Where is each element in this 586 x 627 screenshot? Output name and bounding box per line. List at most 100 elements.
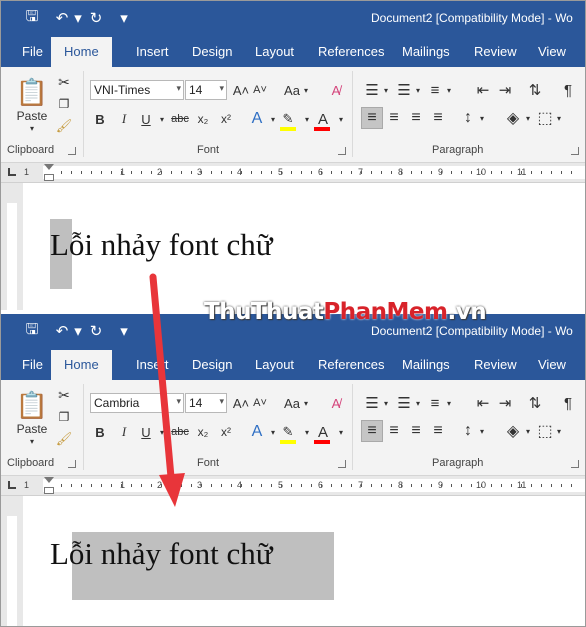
clear-formatting-icon[interactable]: A̸	[326, 393, 346, 413]
italic-icon[interactable]: I	[115, 109, 133, 129]
subscript-icon[interactable]: x₂	[194, 109, 212, 129]
clear-formatting-icon[interactable]: A̸	[326, 80, 346, 100]
cut-icon[interactable]: ✂	[55, 73, 73, 91]
borders-dropdown-icon[interactable]: ▾	[554, 421, 564, 441]
bullets-icon[interactable]: ☰	[362, 393, 382, 413]
increase-indent-icon[interactable]: ⇥	[495, 393, 515, 413]
indent-marker-icon[interactable]	[44, 164, 54, 170]
sort-icon[interactable]: ⇅	[525, 80, 545, 100]
paragraph-launcher-icon[interactable]	[571, 147, 579, 155]
superscript-icon[interactable]: x²	[217, 109, 235, 129]
numbering-dropdown-icon[interactable]: ▾	[413, 80, 423, 100]
decrease-indent-icon[interactable]: ⇤	[473, 80, 493, 100]
align-left-icon[interactable]: ≡	[362, 108, 382, 128]
change-case-icon[interactable]: Aa	[282, 393, 302, 413]
decrease-indent-icon[interactable]: ⇤	[473, 393, 493, 413]
clipboard-launcher-icon[interactable]	[68, 460, 76, 468]
shading-icon[interactable]: ◈	[503, 108, 523, 128]
tab-references[interactable]: References	[318, 44, 384, 59]
superscript-icon[interactable]: x²	[217, 422, 235, 442]
shading-dropdown-icon[interactable]: ▾	[523, 421, 533, 441]
paste-icon[interactable]: 📋	[15, 388, 49, 422]
paste-icon[interactable]: 📋	[15, 75, 49, 109]
tab-home[interactable]: Home	[51, 37, 112, 67]
borders-icon[interactable]: ⬚	[535, 108, 555, 128]
shrink-font-icon[interactable]: A˅	[251, 80, 269, 100]
paste-dropdown-icon[interactable]: ▾	[25, 436, 39, 446]
font-name-box[interactable]: Cambria ▾	[90, 393, 184, 413]
change-case-dropdown-icon[interactable]: ▾	[301, 80, 311, 100]
multilevel-list-dropdown-icon[interactable]: ▾	[444, 393, 454, 413]
document-text[interactable]: Lỗi nhảy font chữ	[50, 227, 273, 263]
indent-marker-bottom-icon[interactable]	[44, 487, 54, 494]
undo-dropdown-icon[interactable]: ▾	[73, 1, 83, 35]
font-color-icon[interactable]: A	[314, 422, 332, 442]
font-launcher-icon[interactable]	[338, 460, 346, 468]
tab-layout[interactable]: Layout	[255, 357, 294, 372]
copy-icon[interactable]: ❐	[55, 408, 73, 426]
tab-review[interactable]: Review	[474, 357, 517, 372]
save-icon[interactable]: 🖫	[17, 314, 47, 348]
paste-dropdown-icon[interactable]: ▾	[25, 123, 39, 133]
numbering-dropdown-icon[interactable]: ▾	[413, 393, 423, 413]
paste-button[interactable]: Paste	[13, 109, 51, 123]
strikethrough-icon[interactable]: abc	[171, 109, 189, 129]
borders-icon[interactable]: ⬚	[535, 421, 555, 441]
line-spacing-icon[interactable]: ↕	[458, 108, 478, 128]
multilevel-list-icon[interactable]: ≡	[425, 393, 445, 413]
font-name-box[interactable]: VNI-Times ▾	[90, 80, 184, 100]
line-spacing-icon[interactable]: ↕	[458, 421, 478, 441]
tab-design[interactable]: Design	[192, 44, 232, 59]
format-painter-icon[interactable]: 🖌	[55, 430, 73, 448]
shrink-font-icon[interactable]: A˅	[251, 393, 269, 413]
underline-dropdown-icon[interactable]: ▾	[153, 109, 171, 129]
numbering-icon[interactable]: ☰	[394, 393, 414, 413]
font-size-box[interactable]: 14 ▾	[185, 80, 227, 100]
justify-icon[interactable]: ≡	[428, 421, 448, 441]
change-case-dropdown-icon[interactable]: ▾	[301, 393, 311, 413]
save-icon[interactable]: 🖫	[17, 1, 47, 35]
undo-dropdown-icon[interactable]: ▾	[73, 314, 83, 348]
tab-selector-icon[interactable]	[8, 481, 16, 489]
center-icon[interactable]: ≡	[384, 421, 404, 441]
multilevel-list-icon[interactable]: ≡	[425, 80, 445, 100]
font-name-dropdown-icon[interactable]: ▾	[176, 83, 181, 94]
tab-design[interactable]: Design	[192, 357, 232, 372]
redo-icon[interactable]: ↻	[85, 1, 107, 35]
tab-view[interactable]: View	[538, 357, 566, 372]
font-color-dropdown-icon[interactable]: ▾	[332, 422, 350, 442]
grow-font-icon[interactable]: A˄	[232, 80, 250, 100]
justify-icon[interactable]: ≡	[428, 108, 448, 128]
indent-marker-bottom-icon[interactable]	[44, 174, 54, 181]
highlight-icon[interactable]: ✎	[279, 422, 297, 442]
tab-selector-icon[interactable]	[8, 168, 16, 176]
font-launcher-icon[interactable]	[338, 147, 346, 155]
tab-references[interactable]: References	[318, 357, 384, 372]
font-color-dropdown-icon[interactable]: ▾	[332, 109, 350, 129]
change-case-icon[interactable]: Aa	[282, 80, 302, 100]
format-painter-icon[interactable]: 🖌	[55, 117, 73, 135]
paste-button[interactable]: Paste	[13, 422, 51, 436]
sort-icon[interactable]: ⇅	[525, 393, 545, 413]
line-spacing-dropdown-icon[interactable]: ▾	[477, 421, 487, 441]
line-spacing-dropdown-icon[interactable]: ▾	[477, 108, 487, 128]
multilevel-list-dropdown-icon[interactable]: ▾	[444, 80, 454, 100]
grow-font-icon[interactable]: A˄	[232, 393, 250, 413]
strikethrough-icon[interactable]: abc	[171, 422, 189, 442]
font-size-box[interactable]: 14 ▾	[185, 393, 227, 413]
tab-mailings[interactable]: Mailings	[402, 357, 450, 372]
font-name-dropdown-icon[interactable]: ▾	[176, 396, 181, 407]
align-left-icon[interactable]: ≡	[362, 421, 382, 441]
cut-icon[interactable]: ✂	[55, 386, 73, 404]
tab-review[interactable]: Review	[474, 44, 517, 59]
bold-icon[interactable]: B	[91, 109, 109, 129]
center-icon[interactable]: ≡	[384, 108, 404, 128]
redo-icon[interactable]: ↻	[85, 314, 107, 348]
tab-layout[interactable]: Layout	[255, 44, 294, 59]
tab-insert[interactable]: Insert	[136, 44, 169, 59]
paragraph-launcher-icon[interactable]	[571, 460, 579, 468]
show-marks-icon[interactable]: ¶	[558, 80, 578, 100]
document-page[interactable]: Lỗi nhảy font chữ	[25, 183, 585, 310]
tab-mailings[interactable]: Mailings	[402, 44, 450, 59]
bullets-icon[interactable]: ☰	[362, 80, 382, 100]
